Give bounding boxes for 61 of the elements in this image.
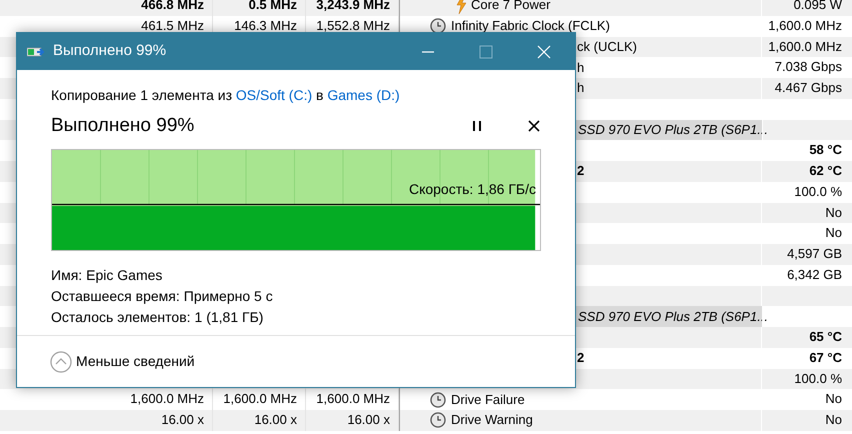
sensor-value: 4.467 Gbps	[774, 80, 842, 95]
sensor-value: 65 °C	[809, 329, 842, 344]
chevron-up-icon	[50, 350, 72, 372]
sensor-value: 1,600.0 MHz	[768, 18, 842, 33]
sensor-label: Drive Warning	[451, 411, 533, 430]
value-text: 3,243.9 MHz	[316, 0, 390, 12]
maximize-icon	[479, 44, 493, 58]
copy-icon	[27, 46, 45, 58]
value-text: 16.00 x	[347, 412, 390, 427]
detail-label: Имя:	[51, 266, 82, 284]
sensor-value: No	[825, 225, 842, 240]
sensor-label: h	[577, 58, 584, 77]
value-text: 146.3 MHz	[234, 18, 297, 33]
detail-value: 1 (1,81 ГБ)	[194, 308, 264, 327]
sensor-value: No	[825, 204, 842, 220]
value-text: 461.5 MHz	[141, 18, 204, 33]
sensor-value: 58 °C	[809, 142, 842, 158]
sensor-value: 1,600.0 MHz	[768, 38, 842, 54]
target-link[interactable]: Games (D:)	[327, 87, 400, 103]
sensor-value: 62 °C	[809, 163, 842, 178]
minimize-icon	[422, 50, 434, 52]
speed-label: Скорость: 1,86 ГБ/с	[408, 180, 536, 198]
value-text: 1,600.0 MHz	[316, 391, 390, 406]
sensor-label: 2	[577, 162, 584, 180]
sensor-label: h	[577, 79, 584, 98]
clock-icon	[430, 18, 446, 34]
sensor-label: Drive Failure	[451, 390, 525, 409]
close-icon	[528, 120, 540, 132]
clock-icon	[430, 392, 446, 408]
detail-label: Оставшееся время:	[51, 286, 180, 306]
detail-value: Epic Games	[86, 266, 162, 285]
close-icon	[537, 44, 551, 58]
sensor-value: 100.0 %	[794, 184, 842, 199]
detail-value: Примерно 5 с	[184, 286, 273, 306]
value-text: 16.00 x	[254, 412, 297, 427]
details-toggle[interactable]: Меньше сведений	[50, 350, 195, 372]
detail-label: Осталось элементов:	[51, 308, 191, 326]
value-text: 1,600.0 MHz	[223, 391, 297, 406]
sensor-value: 100.0 %	[794, 370, 842, 386]
source-link[interactable]: OS/Soft (C:)	[236, 87, 312, 103]
copy-summary: Копирование 1 элемента из OS/Soft (C:) в Games (D:)	[51, 86, 401, 105]
sensor-value: 67 °C	[809, 350, 842, 365]
sensor-label: 2	[577, 349, 584, 368]
value-text: 1,552.8 MHz	[316, 18, 390, 33]
lightning-icon	[456, 0, 466, 14]
sensor-label: ck (UCLK)	[577, 38, 637, 56]
sensor-label: Infinity Fabric Clock (FCLK)	[451, 17, 610, 36]
value-text: 466.8 MHz	[141, 0, 204, 12]
progress-heading: Выполнено 99%	[51, 114, 196, 138]
sensor-value: No	[825, 391, 842, 406]
pause-icon	[472, 120, 482, 132]
window-title: Выполнено 99%	[53, 41, 168, 62]
sensor-value: No	[825, 412, 842, 427]
sensor-label: Core 7 Power	[471, 0, 550, 14]
sensor-value: 7.038 Gbps	[774, 59, 842, 74]
sensor-value: 4,597 GB	[787, 246, 842, 261]
sensor-value: 6,342 GB	[787, 266, 842, 282]
value-text: 16.00 x	[161, 412, 204, 427]
value-text: 0.5 MHz	[248, 0, 297, 12]
sensor-value: 0.095 W	[794, 0, 842, 12]
value-text: 1,600.0 MHz	[130, 391, 204, 406]
